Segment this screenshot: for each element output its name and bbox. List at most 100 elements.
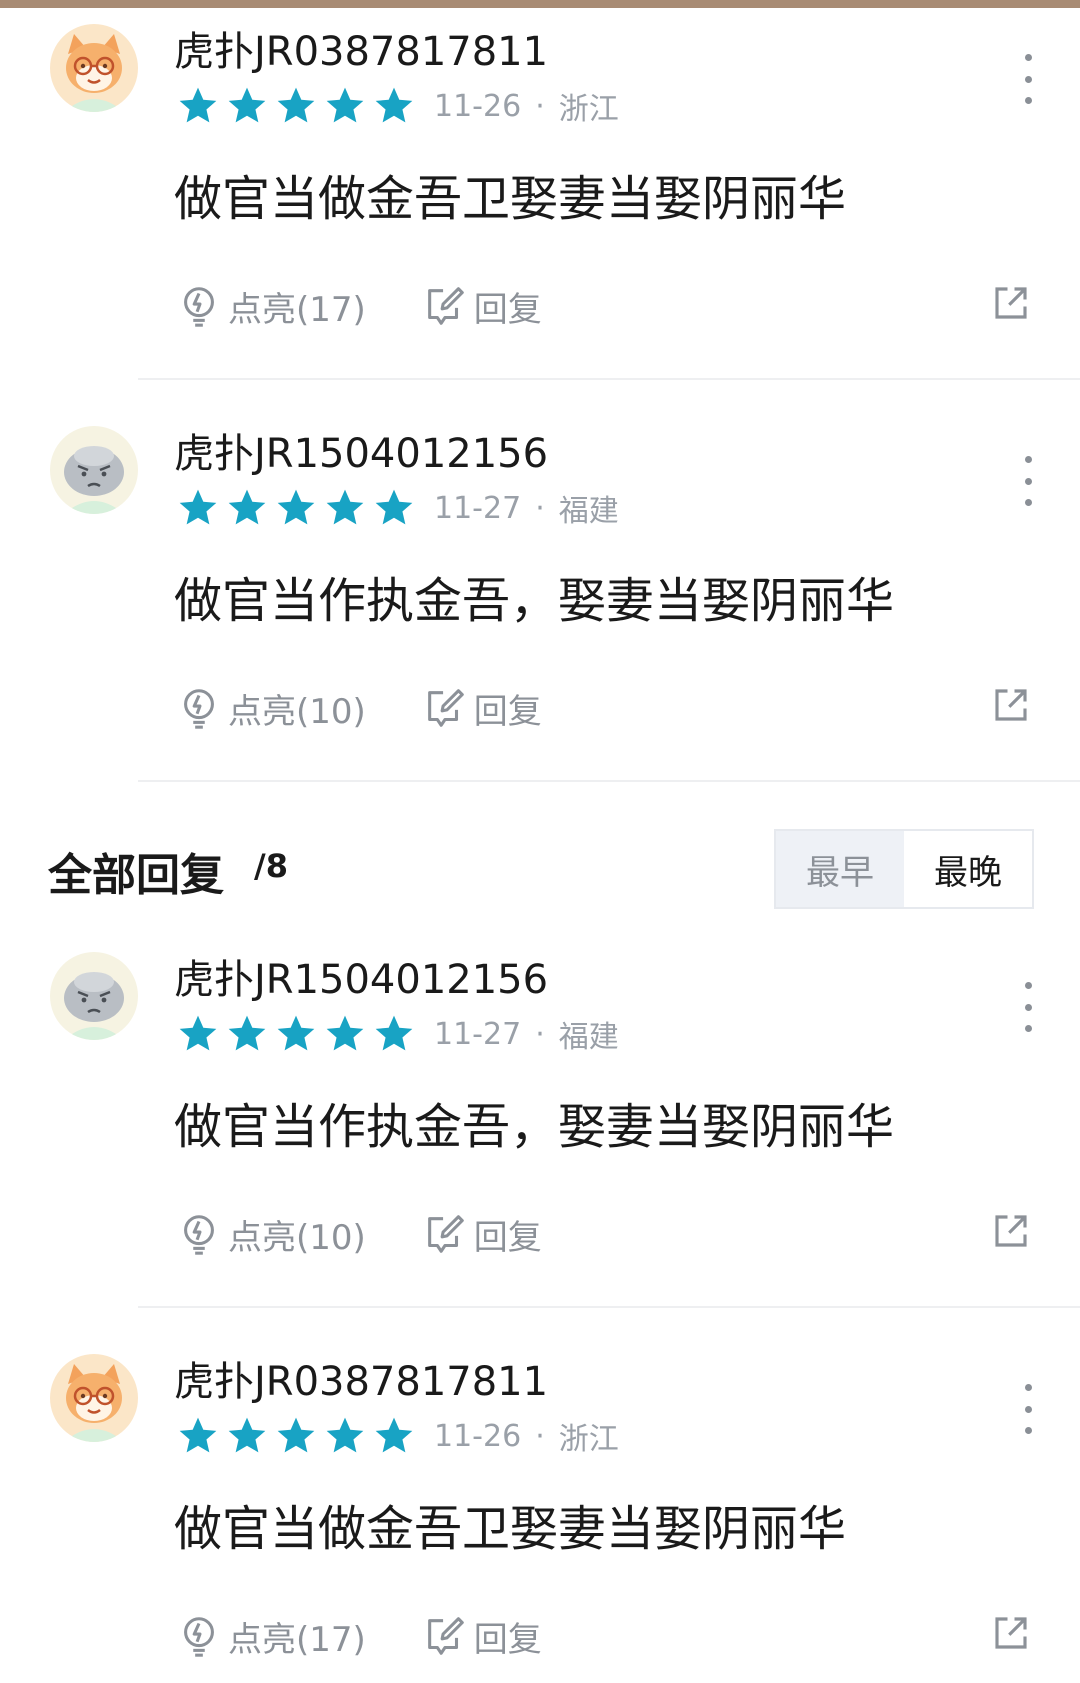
- username[interactable]: 虎扑JR1504012156: [174, 428, 548, 480]
- sort-latest-button[interactable]: 最晚: [904, 831, 1032, 907]
- light-up-label: 点亮(17): [228, 289, 366, 330]
- comment-divider: [138, 378, 1080, 380]
- comment-location: 福建: [558, 1020, 619, 1055]
- star-icon: [228, 87, 266, 123]
- reply-label: 回复: [473, 1619, 542, 1660]
- comment-date: 11-26: [434, 88, 522, 124]
- reply-button[interactable]: 回复: [422, 1612, 542, 1661]
- grumpy-avatar-icon: [50, 426, 138, 514]
- reply-label: 回复: [473, 691, 542, 732]
- reply-label: 回复: [473, 1217, 542, 1258]
- fox-avatar[interactable]: [50, 1354, 138, 1442]
- star-icon: [277, 489, 315, 525]
- light-up-label: 点亮(17): [228, 1619, 366, 1660]
- sort-toggle: 最早 最晚: [774, 829, 1034, 909]
- username[interactable]: 虎扑JR1504012156: [174, 954, 548, 1006]
- comment-text: 做官当做金吾卫娶妻当娶阴丽华: [174, 171, 847, 227]
- star-icon: [228, 489, 266, 525]
- reply-button[interactable]: 回复: [422, 282, 542, 331]
- lightbulb-icon: [184, 1215, 214, 1255]
- star-icon: [277, 1015, 315, 1051]
- comment-divider: [138, 1306, 1080, 1308]
- comment-location: 浙江: [558, 1422, 619, 1457]
- star-icon: [326, 1417, 364, 1453]
- star-icon: [375, 1417, 413, 1453]
- reply-label: 回复: [473, 289, 542, 330]
- meta-separator: ·: [535, 88, 545, 124]
- comment-meta: 11-26 · 浙江: [176, 1412, 619, 1460]
- more-options-icon[interactable]: [1016, 54, 1040, 104]
- comment-date: 11-26: [434, 1418, 522, 1454]
- star-icon: [375, 1015, 413, 1051]
- lightbulb-icon: [184, 1617, 214, 1657]
- edit-reply-icon: [427, 1215, 464, 1253]
- rating-stars: [176, 1012, 416, 1056]
- comment-meta: 11-26 · 浙江: [176, 82, 619, 130]
- star-icon: [277, 87, 315, 123]
- edit-reply-icon: [427, 1617, 464, 1655]
- comment-meta: 11-27 · 福建: [176, 484, 619, 532]
- grumpy-avatar[interactable]: [50, 426, 138, 514]
- comment-actions: 点亮(17) 回复: [176, 1608, 598, 1664]
- comment-actions: 点亮(10) 回复: [176, 1206, 598, 1262]
- lightbulb-icon: [184, 287, 214, 327]
- comment-text: 做官当作执金吾，娶妻当娶阴丽华: [174, 1099, 895, 1155]
- comment-location: 福建: [558, 494, 619, 529]
- meta-separator: ·: [535, 1418, 545, 1454]
- fox-avatar-icon: [50, 24, 138, 112]
- star-icon: [375, 87, 413, 123]
- light-up-button[interactable]: 点亮(10): [176, 1210, 366, 1259]
- star-icon: [179, 1417, 217, 1453]
- username[interactable]: 虎扑JR0387817811: [174, 1356, 548, 1408]
- meta-separator: ·: [535, 490, 545, 526]
- rating-stars: [176, 486, 416, 530]
- star-icon: [228, 1417, 266, 1453]
- reply-button[interactable]: 回复: [422, 684, 542, 733]
- rating-stars: [176, 84, 416, 128]
- reply-button[interactable]: 回复: [422, 1210, 542, 1259]
- fox-avatar-icon: [50, 1354, 138, 1442]
- edit-reply-icon: [427, 287, 464, 325]
- comment-actions: 点亮(17) 回复: [176, 278, 598, 334]
- all-replies-count: /8: [254, 847, 288, 885]
- star-icon: [277, 1417, 315, 1453]
- star-icon: [326, 87, 364, 123]
- comment-meta: 11-27 · 福建: [176, 1010, 619, 1058]
- comment-location: 浙江: [558, 92, 619, 127]
- light-up-button[interactable]: 点亮(17): [176, 1612, 366, 1661]
- share-icon[interactable]: [990, 684, 1032, 726]
- star-icon: [326, 1015, 364, 1051]
- share-icon[interactable]: [990, 1210, 1032, 1252]
- meta-separator: ·: [535, 1016, 545, 1052]
- all-replies-header: 全部回复 /8 最早 最晚: [0, 825, 1080, 911]
- grumpy-avatar[interactable]: [50, 952, 138, 1040]
- more-options-icon[interactable]: [1016, 982, 1040, 1032]
- comment-date: 11-27: [434, 490, 522, 526]
- star-icon: [375, 489, 413, 525]
- comment-text: 做官当作执金吾，娶妻当娶阴丽华: [174, 573, 895, 629]
- share-icon[interactable]: [990, 282, 1032, 324]
- all-replies-title: 全部回复: [48, 850, 224, 901]
- grumpy-avatar-icon: [50, 952, 138, 1040]
- light-up-button[interactable]: 点亮(10): [176, 684, 366, 733]
- username[interactable]: 虎扑JR0387817811: [174, 26, 548, 78]
- star-icon: [179, 87, 217, 123]
- light-up-button[interactable]: 点亮(17): [176, 282, 366, 331]
- star-icon: [179, 489, 217, 525]
- top-accent-bar: [0, 0, 1080, 8]
- star-icon: [228, 1015, 266, 1051]
- star-icon: [326, 489, 364, 525]
- more-options-icon[interactable]: [1016, 1384, 1040, 1434]
- lightbulb-icon: [184, 689, 214, 729]
- comment-divider: [138, 780, 1080, 782]
- fox-avatar[interactable]: [50, 24, 138, 112]
- light-up-label: 点亮(10): [228, 691, 366, 732]
- light-up-label: 点亮(10): [228, 1217, 366, 1258]
- edit-reply-icon: [427, 689, 464, 727]
- comment-text: 做官当做金吾卫娶妻当娶阴丽华: [174, 1501, 847, 1557]
- share-icon[interactable]: [990, 1612, 1032, 1654]
- rating-stars: [176, 1414, 416, 1458]
- sort-earliest-button[interactable]: 最早: [776, 831, 904, 907]
- comment-date: 11-27: [434, 1016, 522, 1052]
- more-options-icon[interactable]: [1016, 456, 1040, 506]
